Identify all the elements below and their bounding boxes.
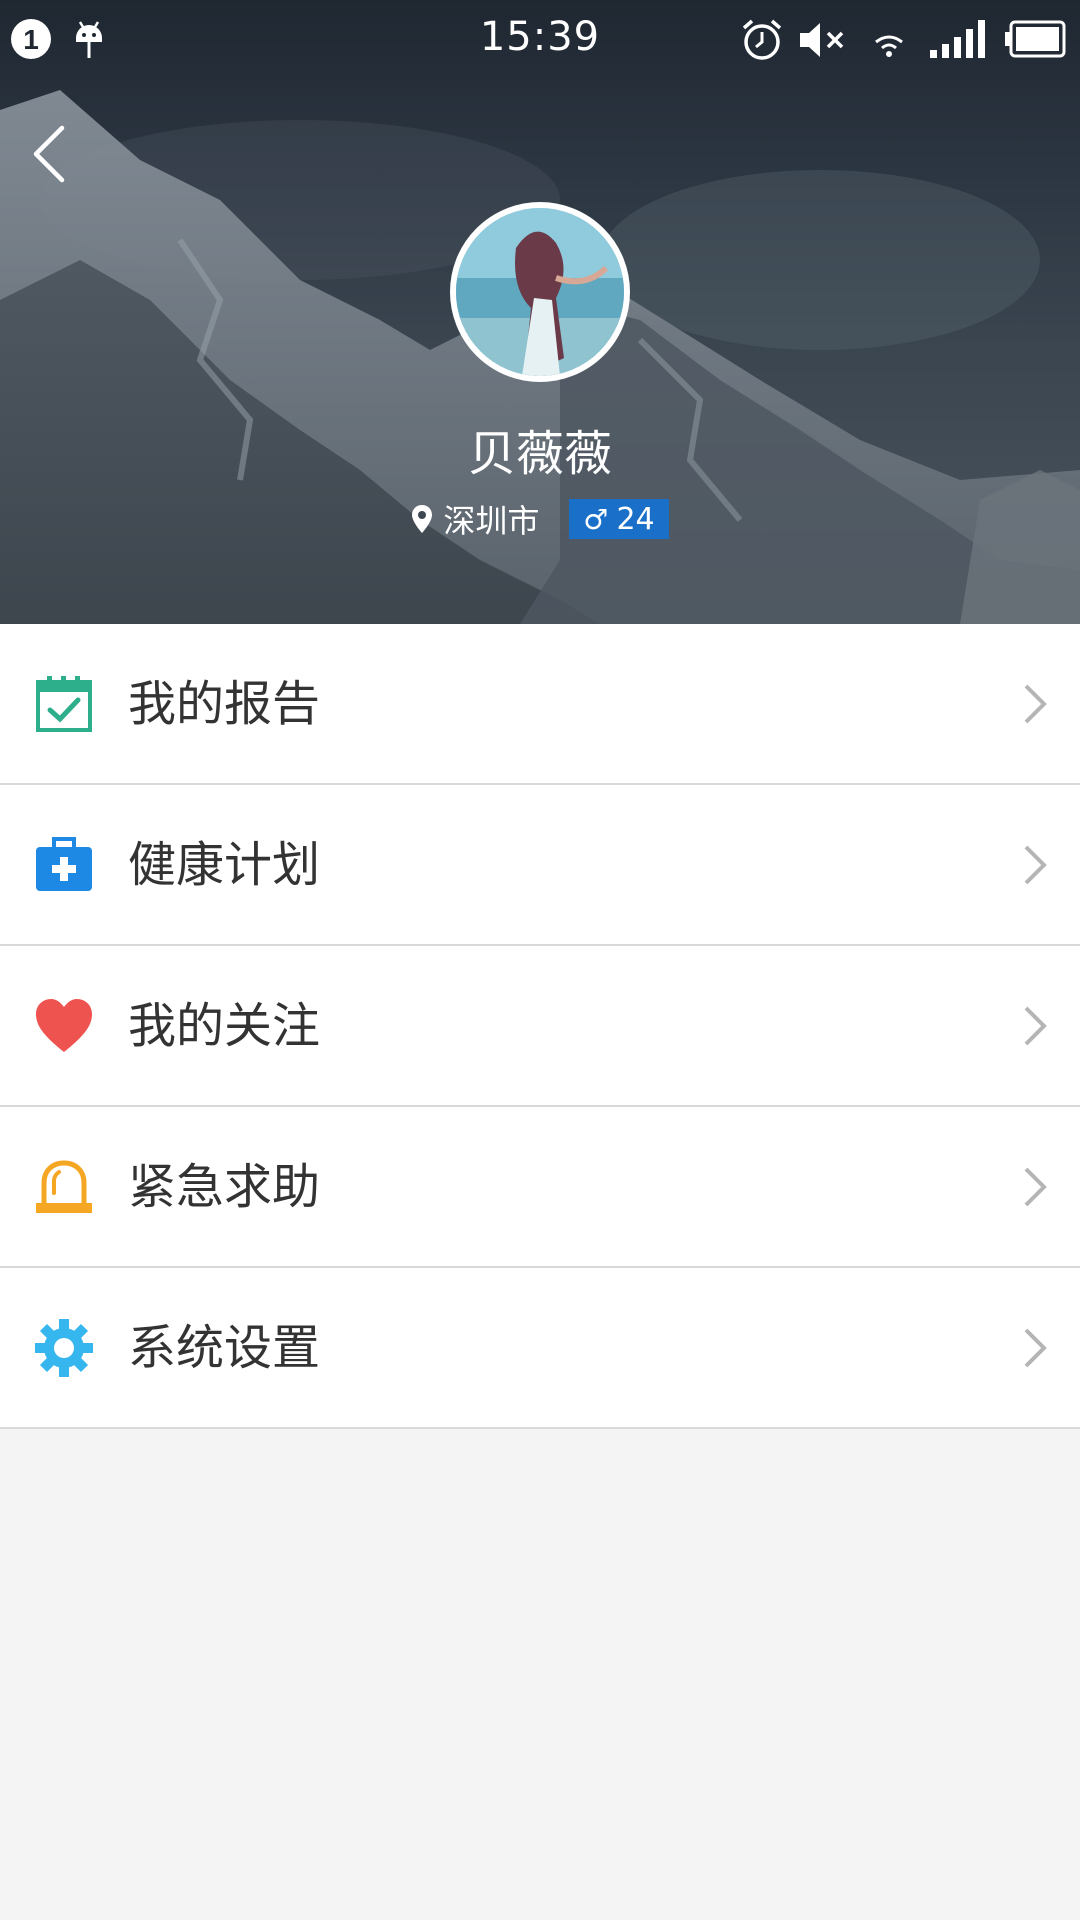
chevron-right-icon	[1024, 1328, 1047, 1368]
chevron-right-icon	[1024, 1006, 1047, 1046]
gear-icon	[35, 1319, 93, 1377]
gender-age-badge: ♂ 24	[569, 499, 669, 539]
menu-item-emergency-help[interactable]: 紧急求助	[0, 1107, 1080, 1268]
profile-header: 1 15:39 贝薇薇 深圳市 ♂ 24	[0, 0, 1080, 624]
menu-label: 紧急求助	[128, 1159, 321, 1215]
menu-label: 健康计划	[128, 837, 321, 893]
heart-icon	[36, 999, 92, 1052]
menu-item-my-report[interactable]: 我的报告	[0, 624, 1080, 785]
back-button[interactable]	[24, 118, 84, 188]
signal-icon	[930, 20, 985, 58]
chevron-right-icon	[1024, 845, 1047, 885]
menu-label: 我的报告	[128, 676, 321, 732]
profile-menu: 我的报告 健康计划 我的关注 紧急求助 系统设置	[0, 624, 1080, 1429]
menu-item-health-plan[interactable]: 健康计划	[0, 785, 1080, 946]
male-icon: ♂	[583, 502, 609, 536]
status-time: 15:39	[479, 14, 601, 60]
location-text: 深圳市	[443, 502, 540, 540]
wifi-icon	[875, 35, 903, 57]
age-text: 24	[616, 501, 655, 537]
alarm-beacon-icon	[36, 1160, 92, 1213]
profile-screen: 1 15:39 贝薇薇 深圳市 ♂ 24 我的报告 健康计划 我的关注 紧急求助…	[0, 0, 1080, 1920]
profile-meta: 深圳市 ♂ 24	[0, 498, 1080, 540]
menu-label: 系统设置	[128, 1320, 321, 1376]
user-avatar-photo	[456, 208, 624, 376]
medical-kit-icon	[36, 837, 92, 891]
menu-item-system-settings[interactable]: 系统设置	[0, 1268, 1080, 1429]
location: 深圳市	[411, 496, 539, 542]
menu-label: 我的关注	[128, 998, 321, 1054]
profile-name: 贝薇薇	[467, 426, 612, 482]
menu-item-my-follows[interactable]: 我的关注	[0, 946, 1080, 1107]
chevron-right-icon	[1024, 684, 1047, 724]
avatar[interactable]	[450, 202, 630, 382]
back-arrow-icon	[33, 125, 65, 183]
chevron-right-icon	[1024, 1167, 1047, 1207]
mute-icon	[800, 23, 844, 57]
battery-icon	[1005, 20, 1066, 58]
calendar-check-icon	[36, 676, 92, 732]
location-pin-icon	[412, 505, 433, 533]
status-bar: 1 15:39	[0, 0, 1080, 80]
alarm-icon	[742, 19, 782, 60]
